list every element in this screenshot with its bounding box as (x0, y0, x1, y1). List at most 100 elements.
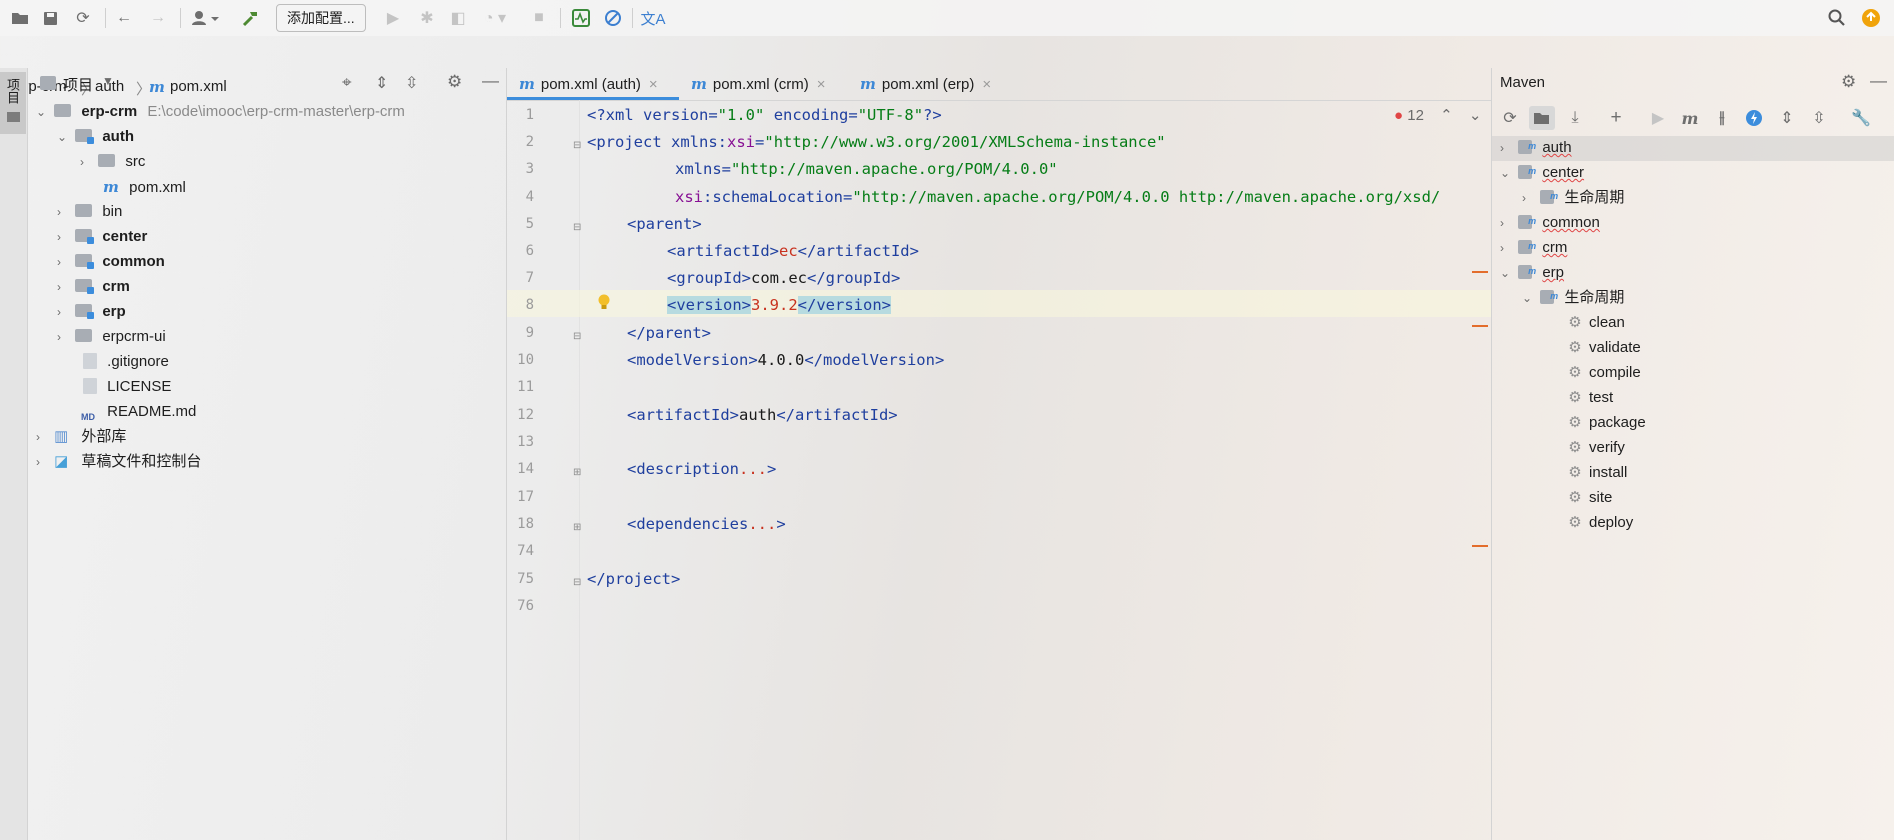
chevron-right-icon[interactable]: › (57, 200, 71, 224)
chevron-right-icon[interactable]: › (1522, 186, 1536, 210)
minimize-icon[interactable]: — (482, 71, 499, 91)
code-line[interactable]: xsi:schemaLocation="http://maven.apache.… (675, 184, 1440, 211)
chevron-right-icon[interactable]: › (1500, 136, 1514, 160)
download-icon[interactable]: ⤓ (1562, 106, 1588, 130)
code-line[interactable]: xmlns="http://maven.apache.org/POM/4.0.0… (675, 156, 1058, 183)
error-marker[interactable] (1472, 545, 1488, 547)
code-line[interactable]: <modelVersion>4.0.0</modelVersion> (627, 347, 944, 374)
maven-module-common[interactable]: › common (1500, 209, 1600, 235)
no-icon[interactable] (600, 6, 626, 30)
wrench-icon[interactable]: 🔧 (1848, 106, 1874, 130)
run-icon[interactable]: ▶ (380, 6, 406, 30)
error-marker[interactable] (1472, 325, 1488, 327)
forward-icon[interactable]: → (145, 6, 171, 30)
collapse-all-icon[interactable]: ⇳ (405, 73, 418, 93)
maven-module-crm[interactable]: › crm (1500, 234, 1567, 260)
tab-pom-auth[interactable]: m pom.xml (auth) × (507, 68, 679, 100)
close-icon[interactable]: × (982, 76, 991, 93)
code-line[interactable]: <artifactId>auth</artifactId> (627, 402, 898, 429)
chevron-right-icon[interactable]: › (36, 425, 50, 449)
coverage-icon[interactable]: ◧ (445, 6, 471, 30)
toggle-offline-icon[interactable]: ⫲ (1709, 106, 1735, 130)
tree-row-erp[interactable]: › erp (57, 300, 126, 324)
maven-phase-validate[interactable]: ⚙ validate (1567, 336, 1640, 360)
fold-icon[interactable]: ⊞ (573, 522, 581, 533)
maven-module-center[interactable]: ⌄ center (1500, 159, 1584, 185)
maven-phase-site[interactable]: ⚙ site (1567, 486, 1612, 510)
project-tool-tab[interactable]: 项目 (0, 72, 26, 134)
fold-icon[interactable]: ⊞ (573, 467, 581, 478)
add-configuration-button[interactable]: 添加配置... (276, 4, 366, 32)
collapse-all-icon[interactable]: ⇳ (1806, 106, 1832, 130)
tree-row-bin[interactable]: › bin (57, 200, 122, 224)
skip-tests-icon[interactable] (1741, 106, 1767, 130)
update-icon[interactable] (1858, 6, 1884, 30)
code-line[interactable]: <project xmlns:xsi="http://www.w3.org/20… (587, 129, 1166, 156)
tree-row-src[interactable]: › src (80, 150, 145, 174)
code-line[interactable]: <artifactId>ec</artifactId> (667, 238, 919, 265)
inspection-widget[interactable]: ● 12 ⌃ ⌄ (1394, 106, 1481, 124)
tree-row-external-libs[interactable]: › ▥ 外部库 (36, 425, 126, 449)
code-line[interactable]: <groupId>com.ec</groupId> (667, 265, 900, 292)
code-line[interactable]: <?xml version="1.0" encoding="UTF-8"?> (587, 102, 942, 129)
pulse-icon[interactable] (568, 6, 594, 30)
tree-row-gitignore[interactable]: .gitignore (83, 350, 169, 374)
code-line[interactable]: </project> (587, 566, 680, 593)
tree-row-license[interactable]: LICENSE (83, 375, 171, 399)
tree-row-readme[interactable]: MD README.md (81, 400, 196, 424)
stop-icon[interactable]: ■ (526, 6, 552, 30)
chevron-down-icon[interactable]: ⌄ (36, 100, 50, 124)
chevron-right-icon[interactable]: › (1500, 236, 1514, 260)
profile-icon[interactable]: ◔ ▾ (476, 6, 514, 30)
show-dependencies-icon[interactable]: ⇕ (1774, 106, 1800, 130)
close-icon[interactable]: × (817, 76, 826, 93)
debug-icon[interactable]: ✱ (414, 6, 440, 30)
chevron-right-icon[interactable]: › (57, 225, 71, 249)
maven-module-auth[interactable]: › auth (1500, 134, 1572, 160)
expand-all-icon[interactable]: ⇕ (375, 73, 388, 93)
fold-icon[interactable]: ⊟ (573, 577, 581, 588)
chevron-right-icon[interactable]: › (57, 250, 71, 274)
tree-row-pom[interactable]: m pom.xml (103, 175, 186, 199)
tree-row-crm[interactable]: › crm (57, 275, 130, 299)
chevron-up-icon[interactable]: ⌃ (1440, 107, 1453, 124)
locate-icon[interactable]: ⌖ (342, 73, 352, 93)
maven-phase-install[interactable]: ⚙ install (1567, 461, 1627, 485)
chevron-down-icon[interactable]: ⌄ (1500, 261, 1514, 285)
chevron-down-icon[interactable]: ⌄ (57, 125, 71, 149)
code-line[interactable]: <version>3.9.2</version> (667, 292, 891, 319)
maven-goal-icon[interactable]: m (1677, 106, 1703, 130)
build-icon[interactable] (238, 6, 264, 30)
code-line[interactable]: <description...> (627, 456, 776, 483)
folder-open-icon[interactable] (7, 6, 33, 30)
gear-icon[interactable]: ⚙ (447, 72, 462, 92)
maven-phase-compile[interactable]: ⚙ compile (1567, 361, 1640, 385)
maven-phase-package[interactable]: ⚙ package (1567, 411, 1645, 435)
minimize-icon[interactable]: — (1870, 71, 1887, 91)
close-icon[interactable]: × (649, 76, 658, 93)
fold-icon[interactable]: ⊟ (573, 331, 581, 342)
lightbulb-icon[interactable] (597, 294, 611, 312)
translate-icon[interactable]: 文A (640, 6, 666, 30)
code-line[interactable]: </parent> (627, 320, 711, 347)
chevron-down-icon[interactable]: ⌄ (1500, 161, 1514, 185)
tree-row-root[interactable]: ⌄ erp-crm E:\code\imooc\erp-crm-master\e… (36, 100, 405, 124)
generate-sources-icon[interactable] (1529, 106, 1555, 130)
chevron-right-icon[interactable]: › (1500, 211, 1514, 235)
tab-pom-crm[interactable]: m pom.xml (crm) × (679, 68, 851, 100)
tree-row-scratches[interactable]: › ◪ 草稿文件和控制台 (36, 450, 201, 474)
code-line[interactable]: <dependencies...> (627, 511, 786, 538)
run-icon[interactable]: ▶ (1645, 106, 1671, 130)
search-icon[interactable] (1824, 6, 1850, 30)
chevron-right-icon[interactable]: › (57, 325, 71, 349)
chevron-down-icon[interactable]: ⌄ (1522, 286, 1536, 310)
chevron-right-icon[interactable]: › (80, 150, 94, 174)
gear-icon[interactable]: ⚙ (1841, 72, 1856, 92)
tree-row-center[interactable]: › center (57, 225, 147, 249)
tree-row-auth[interactable]: ⌄ auth (57, 125, 134, 149)
tree-row-common[interactable]: › common (57, 250, 165, 274)
maven-module-erp[interactable]: ⌄ erp (1500, 259, 1564, 285)
tab-pom-erp[interactable]: m pom.xml (erp) × (848, 68, 1020, 100)
chevron-right-icon[interactable]: › (57, 300, 71, 324)
code-line[interactable]: <parent> (627, 211, 702, 238)
